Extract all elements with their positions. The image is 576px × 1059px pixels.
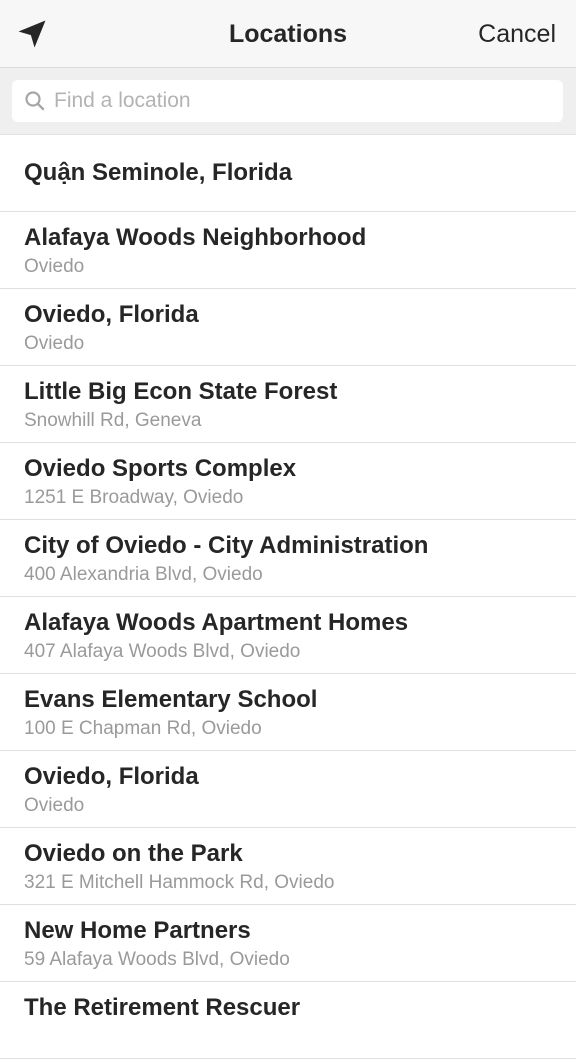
list-item[interactable]: City of Oviedo - City Administration 400… xyxy=(0,520,576,597)
list-item-subtitle: Oviedo xyxy=(24,795,85,816)
list-item-subtitle: Oviedo xyxy=(24,256,85,277)
list-item-title: Alafaya Woods Neighborhood xyxy=(24,224,367,251)
list-item[interactable]: The Retirement Rescuer xyxy=(0,982,576,1059)
list-item-title: The Retirement Rescuer xyxy=(24,994,301,1021)
location-arrow-icon[interactable] xyxy=(14,16,50,52)
list-item[interactable]: Little Big Econ State Forest Snowhill Rd… xyxy=(0,366,576,443)
list-item[interactable]: New Home Partners 59 Alafaya Woods Blvd,… xyxy=(0,905,576,982)
list-item[interactable]: Oviedo, Florida Oviedo xyxy=(0,289,576,366)
list-item[interactable]: Alafaya Woods Neighborhood Oviedo xyxy=(0,212,576,289)
list-item-subtitle: 1251 E Broadway, Oviedo xyxy=(24,487,244,508)
list-item[interactable]: Oviedo, Florida Oviedo xyxy=(0,751,576,828)
list-item-title: Alafaya Woods Apartment Homes xyxy=(24,609,409,636)
cancel-button[interactable]: Cancel xyxy=(478,0,556,68)
location-list: Quận Seminole, Florida Alafaya Woods Nei… xyxy=(0,135,576,1059)
list-item[interactable]: Oviedo on the Park 321 E Mitchell Hammoc… xyxy=(0,828,576,905)
list-item-title: Oviedo Sports Complex xyxy=(24,455,297,482)
list-item[interactable]: Alafaya Woods Apartment Homes 407 Alafay… xyxy=(0,597,576,674)
list-item-subtitle: 59 Alafaya Woods Blvd, Oviedo xyxy=(24,949,290,970)
list-item-title: Oviedo on the Park xyxy=(24,840,243,867)
search-bar xyxy=(0,68,576,135)
list-item-subtitle: 407 Alafaya Woods Blvd, Oviedo xyxy=(24,641,301,662)
list-item-title: Little Big Econ State Forest xyxy=(24,378,338,405)
list-item-subtitle: Snowhill Rd, Geneva xyxy=(24,410,202,431)
list-item-title: City of Oviedo - City Administration xyxy=(24,532,429,559)
search-box[interactable] xyxy=(12,80,563,122)
list-item-subtitle: Oviedo xyxy=(24,333,85,354)
list-item-title: Oviedo, Florida xyxy=(24,763,199,790)
list-item-title: Oviedo, Florida xyxy=(24,301,199,328)
list-item-title: Quận Seminole, Florida xyxy=(24,159,293,186)
navigation-bar: Locations Cancel xyxy=(0,0,576,68)
list-item-current-region[interactable]: Quận Seminole, Florida xyxy=(0,135,576,212)
list-item-subtitle: 100 E Chapman Rd, Oviedo xyxy=(24,718,262,739)
list-item-subtitle: 321 E Mitchell Hammock Rd, Oviedo xyxy=(24,872,335,893)
search-input[interactable] xyxy=(54,81,563,121)
list-item[interactable]: Oviedo Sports Complex 1251 E Broadway, O… xyxy=(0,443,576,520)
search-icon xyxy=(24,90,46,112)
list-item-subtitle: 400 Alexandria Blvd, Oviedo xyxy=(24,564,263,585)
list-item[interactable]: Evans Elementary School 100 E Chapman Rd… xyxy=(0,674,576,751)
list-item-title: New Home Partners xyxy=(24,917,251,944)
list-item-title: Evans Elementary School xyxy=(24,686,318,713)
